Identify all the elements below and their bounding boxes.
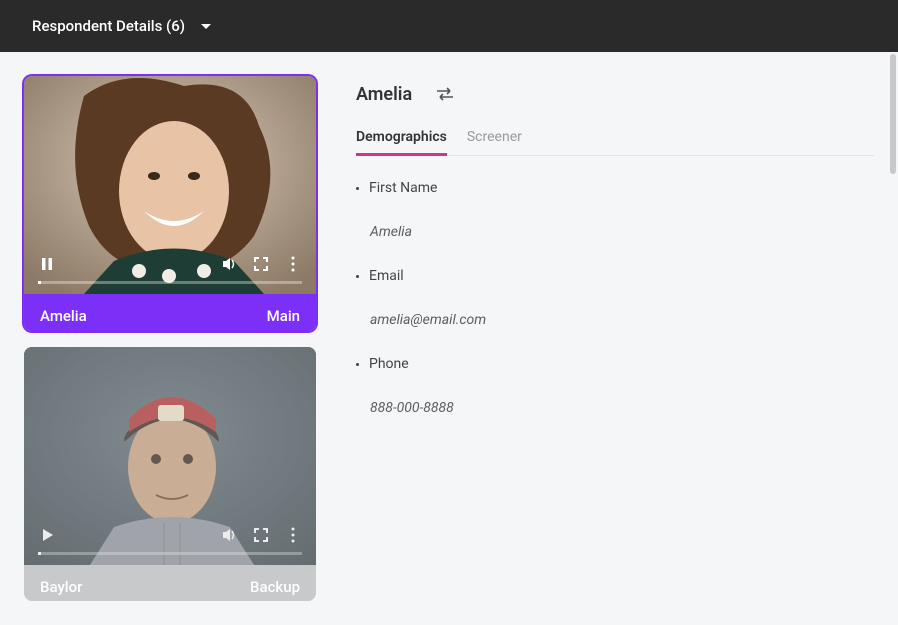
swap-icon[interactable] bbox=[436, 86, 454, 104]
respondent-name: Amelia bbox=[40, 307, 87, 325]
respondent-role: Main bbox=[267, 307, 300, 325]
detail-name: Amelia bbox=[356, 84, 412, 105]
chevron-down-icon bbox=[201, 24, 211, 29]
tab-label: Screener bbox=[467, 129, 522, 145]
card-footer: Baylor Backup bbox=[24, 565, 316, 602]
video-progress-bar[interactable] bbox=[38, 281, 302, 284]
portrait-image bbox=[24, 347, 316, 565]
field-phone: Phone 888-000-8888 bbox=[356, 356, 874, 416]
header-title-text: Respondent Details (6) bbox=[32, 17, 185, 35]
field-email: Email amelia@email.com bbox=[356, 268, 874, 328]
respondent-video bbox=[24, 347, 316, 565]
more-vertical-icon[interactable] bbox=[284, 526, 302, 544]
respondent-card[interactable]: Baylor Backup bbox=[24, 347, 316, 602]
video-controls bbox=[24, 514, 316, 565]
respondent-card-list: Amelia Main bbox=[24, 76, 316, 601]
pause-icon[interactable] bbox=[38, 255, 56, 273]
respondent-role: Backup bbox=[250, 578, 300, 596]
bullet-icon bbox=[356, 187, 359, 190]
tab-screener[interactable]: Screener bbox=[467, 129, 522, 155]
video-progress-bar[interactable] bbox=[38, 552, 302, 555]
volume-icon[interactable] bbox=[220, 526, 238, 544]
tab-demographics[interactable]: Demographics bbox=[356, 129, 447, 155]
field-label-text: First Name bbox=[369, 180, 437, 196]
field-value: Amelia bbox=[356, 224, 874, 240]
bullet-icon bbox=[356, 275, 359, 278]
page-header: Respondent Details (6) bbox=[0, 0, 898, 52]
scrollbar[interactable] bbox=[890, 54, 896, 174]
card-footer: Amelia Main bbox=[24, 294, 316, 331]
field-first-name: First Name Amelia bbox=[356, 180, 874, 240]
more-vertical-icon[interactable] bbox=[284, 255, 302, 273]
field-label-text: Phone bbox=[369, 356, 409, 372]
field-value: 888-000-8888 bbox=[356, 400, 874, 416]
tabs: Demographics Screener bbox=[356, 129, 874, 156]
field-value: amelia@email.com bbox=[356, 312, 874, 328]
video-controls bbox=[24, 243, 316, 294]
tab-label: Demographics bbox=[356, 129, 447, 145]
respondent-video bbox=[24, 76, 316, 294]
field-label-text: Email bbox=[369, 268, 404, 284]
video-progress-fill bbox=[38, 552, 41, 555]
respondent-card[interactable]: Amelia Main bbox=[24, 76, 316, 331]
detail-panel: Amelia Demographics Screener First Name … bbox=[356, 76, 874, 601]
bullet-icon bbox=[356, 363, 359, 366]
header-title-dropdown[interactable]: Respondent Details (6) bbox=[32, 17, 211, 35]
video-progress-fill bbox=[38, 281, 41, 284]
fullscreen-icon[interactable] bbox=[252, 526, 270, 544]
volume-icon[interactable] bbox=[220, 255, 238, 273]
content-area: Amelia Main bbox=[0, 52, 898, 625]
play-icon[interactable] bbox=[38, 526, 56, 544]
respondent-name: Baylor bbox=[40, 578, 82, 596]
fullscreen-icon[interactable] bbox=[252, 255, 270, 273]
